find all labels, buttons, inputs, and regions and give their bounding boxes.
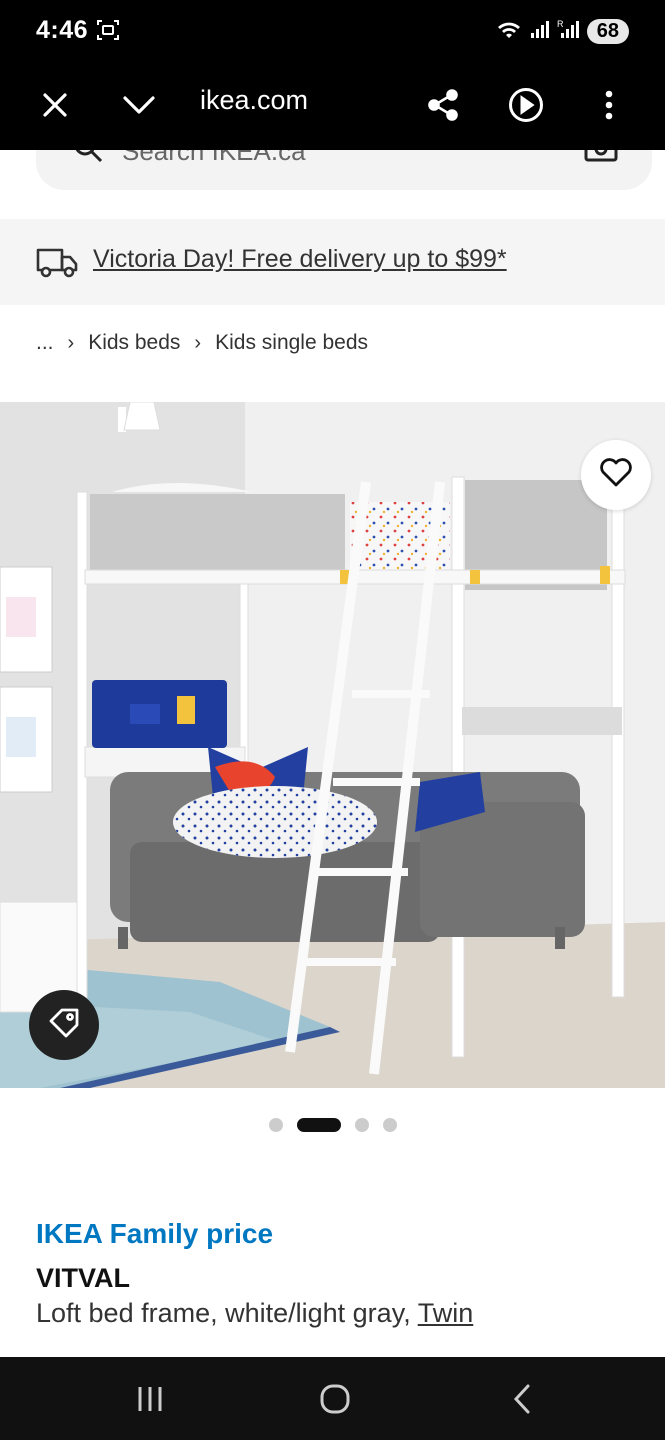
home-icon[interactable]: [313, 1377, 357, 1421]
camera-search-icon[interactable]: [584, 150, 618, 167]
carousel-dot[interactable]: [268, 1118, 283, 1132]
wifi-icon: [495, 18, 523, 45]
breadcrumb-kids-beds[interactable]: Kids beds: [88, 331, 180, 355]
system-nav-bar: [0, 1357, 665, 1440]
product-name: VITVAL: [36, 1263, 130, 1293]
screenshot-icon: [96, 18, 120, 42]
share-icon[interactable]: [420, 82, 466, 128]
heart-icon: [599, 457, 633, 493]
product-tags-button[interactable]: [29, 990, 99, 1060]
family-price-label: IKEA Family price: [36, 1218, 274, 1249]
loft-bed-photo: [0, 402, 665, 1088]
promo-link[interactable]: Victoria Day! Free delivery up to $99*: [93, 245, 507, 274]
search-bar[interactable]: Search IKEA.ca: [36, 150, 652, 190]
carousel-dot[interactable]: [382, 1118, 397, 1132]
delivery-truck-icon: [36, 246, 78, 278]
close-icon[interactable]: [32, 82, 78, 128]
favorite-button[interactable]: [581, 440, 651, 510]
breadcrumb: ... › Kids beds › Kids single beds: [36, 328, 368, 358]
browser-toolbar: ikea.com: [0, 60, 665, 150]
signal-roaming-icon: R: [557, 18, 581, 45]
recents-icon[interactable]: [128, 1377, 172, 1421]
breadcrumb-kids-single-beds[interactable]: Kids single beds: [215, 331, 368, 355]
breadcrumb-ellipsis[interactable]: ...: [36, 331, 54, 355]
play-icon[interactable]: [503, 82, 549, 128]
signal-icon: [529, 18, 551, 45]
svg-text:R: R: [557, 19, 564, 29]
carousel-dot[interactable]: [354, 1118, 369, 1132]
size-link[interactable]: Twin: [418, 1298, 474, 1328]
chevron-right-icon: ›: [67, 331, 75, 354]
product-description: Loft bed frame, white/light gray, Twin: [36, 1298, 473, 1329]
carousel-dots: [0, 1118, 665, 1132]
back-icon[interactable]: [500, 1377, 544, 1421]
url-text[interactable]: ikea.com: [200, 85, 308, 116]
tag-icon: [47, 1006, 81, 1045]
more-vert-icon[interactable]: [586, 82, 632, 128]
product-image[interactable]: [0, 402, 665, 1088]
search-icon: [72, 150, 104, 169]
search-input[interactable]: Search IKEA.ca: [122, 150, 306, 167]
promo-banner[interactable]: Victoria Day! Free delivery up to $99*: [0, 219, 665, 305]
status-time: 4:46: [36, 16, 89, 44]
battery-indicator: 68: [586, 18, 629, 44]
chevron-right-icon: ›: [194, 331, 202, 354]
chevron-down-icon[interactable]: [116, 82, 162, 128]
status-bar: 4:46 R 68: [0, 0, 665, 60]
product-description-text: Loft bed frame, white/light gray,: [36, 1298, 418, 1328]
carousel-dot-active[interactable]: [296, 1118, 341, 1132]
